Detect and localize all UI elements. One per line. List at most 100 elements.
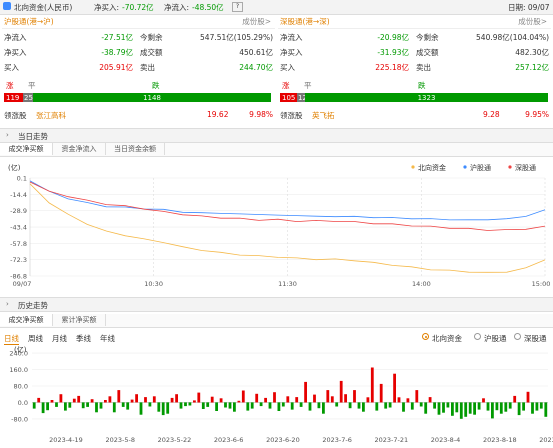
history-section-header[interactable]: › 历史走势 bbox=[0, 297, 553, 312]
sh-label: 净买入 bbox=[4, 48, 27, 57]
intraday-line-chart: (亿) 北向资金 沪股通 深股通 0.1 -14.4 -28.9 -43.4 -57.8… bbox=[8, 163, 551, 288]
history-bar bbox=[170, 397, 174, 403]
tab-net-buy-history[interactable]: 成交净买额 bbox=[0, 314, 53, 326]
sh-label: 卖出 bbox=[140, 63, 155, 72]
legend-north-label[interactable]: 北向资金 bbox=[418, 163, 446, 172]
history-bar bbox=[397, 397, 401, 403]
history-bar bbox=[41, 402, 45, 414]
sh-constituents-link[interactable]: 成份股> bbox=[242, 16, 271, 27]
legend-north-dot bbox=[411, 165, 415, 169]
tab-net-inflow[interactable]: 资金净流入 bbox=[53, 143, 106, 155]
radio-north[interactable] bbox=[422, 333, 429, 340]
history-bar bbox=[326, 390, 330, 403]
intraday-section-header[interactable]: › 当日走势 bbox=[0, 128, 553, 143]
sh-panel-header: 沪股通(港→沪) 成份股> bbox=[2, 15, 275, 29]
legend-sh-label[interactable]: 沪股通 bbox=[470, 163, 491, 172]
history-controls: 日线 周线 月线 季线 年线 北向资金 沪股通 深股通 bbox=[0, 331, 553, 345]
x-tick-label: 2023-5-22 bbox=[158, 436, 192, 444]
collapse-icon[interactable]: › bbox=[6, 300, 9, 308]
history-bar bbox=[281, 402, 285, 407]
history-bar bbox=[468, 402, 472, 414]
sh-value: -27.51亿 bbox=[101, 33, 133, 42]
history-bar bbox=[104, 400, 107, 403]
history-bar bbox=[166, 402, 170, 414]
history-bar bbox=[99, 402, 103, 409]
sz-leader-row: 领涨股 英飞拓 9.28 9.95% bbox=[278, 109, 551, 121]
history-bar bbox=[406, 398, 410, 403]
history-bar bbox=[539, 402, 543, 409]
intraday-unit-label: (亿) bbox=[8, 163, 21, 172]
legend-sz-label[interactable]: 深股通 bbox=[515, 163, 536, 172]
sz-breadth-labels: 涨 平 跌 bbox=[278, 79, 551, 91]
sz-label: 买入 bbox=[280, 63, 295, 72]
sh-label: 今剩余 bbox=[140, 33, 163, 42]
title-bar: 北向资金(人民币) 净买入: -70.72亿 净流入: -48.50亿 ? 日期… bbox=[0, 0, 553, 15]
collapse-icon[interactable]: › bbox=[6, 131, 9, 139]
history-bar bbox=[433, 402, 436, 409]
x-tick-label: 2023-4-19 bbox=[49, 436, 83, 444]
y-tick-label: 80.0 bbox=[14, 383, 28, 391]
x-tick-label: 11:30 bbox=[278, 280, 297, 288]
sz-constituents-link[interactable]: 成份股> bbox=[518, 16, 547, 27]
tab-cumulative[interactable]: 累计净买额 bbox=[53, 314, 106, 326]
history-bar bbox=[50, 400, 54, 403]
history-bar bbox=[313, 394, 316, 403]
sz-label: 今剩余 bbox=[416, 33, 439, 42]
intraday-tabs: 成交净买额 资金净流入 当日资金余额 bbox=[0, 143, 553, 157]
history-bar bbox=[491, 402, 494, 419]
history-bar bbox=[77, 395, 81, 403]
history-bar bbox=[126, 402, 130, 410]
sh-label: 成交额 bbox=[140, 48, 163, 57]
history-bar bbox=[388, 402, 392, 408]
tab-balance[interactable]: 当日资金余额 bbox=[106, 143, 165, 155]
sz-up-label: 涨 bbox=[282, 81, 290, 90]
history-bar bbox=[86, 402, 89, 407]
history-bar bbox=[135, 394, 138, 403]
history-bar bbox=[46, 402, 49, 411]
sh-panel-title[interactable]: 沪股通(港→沪) bbox=[4, 16, 54, 27]
y-tick-label: -72.3 bbox=[10, 256, 27, 264]
x-tick-label: 09/07 bbox=[13, 280, 32, 288]
history-bar bbox=[402, 402, 405, 412]
sh-label: 净流入 bbox=[4, 33, 27, 42]
history-bar bbox=[366, 397, 370, 403]
y-tick-label: 0.0 bbox=[18, 399, 28, 407]
sz-leader-label: 领涨股 bbox=[280, 111, 303, 120]
history-bar bbox=[330, 396, 334, 403]
history-bar bbox=[206, 402, 210, 407]
radio-sh[interactable] bbox=[474, 333, 481, 340]
history-section-title: 历史走势 bbox=[18, 301, 48, 310]
x-tick-label: 15:00 bbox=[532, 280, 551, 288]
history-bar bbox=[473, 402, 476, 415]
sh-value: 547.51亿(105.29%) bbox=[200, 33, 273, 42]
sz-label: 净买入 bbox=[280, 48, 303, 57]
history-bar bbox=[442, 402, 445, 413]
help-icon[interactable]: ? bbox=[232, 2, 243, 12]
sh-leader-name[interactable]: 张江高科 bbox=[36, 110, 66, 121]
x-tick-label: 2023-5-8 bbox=[105, 436, 135, 444]
history-bar bbox=[486, 402, 490, 411]
sz-connect-panel: 深股通(港→深) 成份股> 净流入 -20.98亿 今剩余 540.98亿(10… bbox=[278, 15, 551, 121]
sh-up-bar: 119 bbox=[4, 93, 23, 102]
tab-net-buy[interactable]: 成交净买额 bbox=[0, 143, 53, 155]
sz-value: 225.18亿 bbox=[375, 63, 409, 72]
history-bar bbox=[72, 398, 76, 403]
sz-label: 成交额 bbox=[416, 48, 439, 57]
sh-down-bar: 1148 bbox=[33, 93, 271, 102]
radio-sz[interactable] bbox=[514, 333, 521, 340]
net-inflow-label: 净流入: bbox=[164, 3, 190, 12]
history-bar bbox=[152, 396, 156, 403]
history-bar bbox=[277, 402, 281, 411]
history-bar bbox=[144, 397, 147, 403]
history-bar bbox=[215, 402, 218, 411]
sz-leader-name[interactable]: 英飞拓 bbox=[312, 110, 335, 121]
sz-value: 257.12亿 bbox=[515, 63, 549, 72]
sz-value: -31.93亿 bbox=[377, 48, 409, 57]
history-bar bbox=[161, 402, 165, 416]
sh-row-3: 买入 205.91亿 卖出 244.70亿 bbox=[2, 61, 275, 73]
history-bar bbox=[513, 395, 517, 403]
sz-panel-title[interactable]: 深股通(港→深) bbox=[280, 16, 330, 27]
intraday-legend: 北向资金 沪股通 深股通 bbox=[411, 163, 536, 172]
legend-sh-dot bbox=[463, 165, 467, 169]
history-bar bbox=[499, 402, 503, 414]
